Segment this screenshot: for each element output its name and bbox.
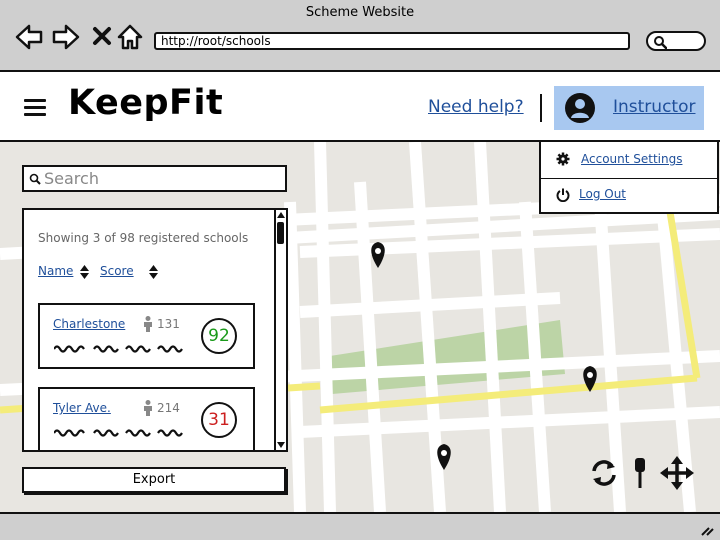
address-bar[interactable]: http://root/schools: [154, 32, 630, 50]
menu-icon[interactable]: [24, 99, 46, 117]
status-bar: [0, 512, 720, 540]
search-input[interactable]: [44, 169, 279, 187]
score-badge: 31: [201, 402, 237, 438]
avatar-icon: [565, 93, 595, 123]
back-icon[interactable]: [14, 22, 44, 52]
power-icon: [556, 188, 570, 202]
search-icon: [29, 173, 41, 185]
search-field[interactable]: [22, 165, 287, 192]
close-icon[interactable]: [88, 22, 118, 52]
user-menu-button[interactable]: Instructor: [554, 86, 704, 130]
browser-search-field[interactable]: [646, 31, 706, 51]
sort-by-name[interactable]: Name: [38, 264, 73, 278]
school-name-link[interactable]: Tyler Ave.: [53, 401, 111, 415]
student-count: 214: [157, 401, 180, 415]
description-scribble: [54, 345, 183, 353]
results-summary: Showing 3 of 98 registered schools: [38, 231, 249, 245]
sort-by-score[interactable]: Score: [100, 264, 134, 278]
student-count: 131: [157, 317, 180, 331]
search-icon: [654, 36, 667, 49]
sort-toggle-icon[interactable]: [80, 265, 89, 279]
school-card[interactable]: Charlestone 131 92: [38, 303, 255, 369]
home-icon[interactable]: [116, 22, 146, 52]
browser-chrome: Scheme Website http://root/schools: [0, 0, 720, 72]
score-badge: 92: [201, 318, 237, 354]
description-scribble: [54, 429, 183, 437]
scroll-thumb[interactable]: [277, 222, 284, 244]
export-button[interactable]: Export: [22, 467, 286, 493]
scroll-down-icon[interactable]: [277, 441, 285, 449]
pin-drop-icon[interactable]: [630, 455, 650, 491]
school-list-panel: Showing 3 of 98 registered schools Name …: [22, 208, 288, 452]
app-logo: KeepFit: [68, 83, 224, 123]
move-icon[interactable]: [660, 456, 694, 490]
person-icon: [144, 316, 152, 332]
refresh-icon[interactable]: [588, 457, 620, 489]
scroll-up-icon[interactable]: [277, 211, 285, 219]
menu-item-label: Account Settings: [581, 152, 683, 166]
window-title: Scheme Website: [305, 5, 415, 20]
person-icon: [144, 400, 152, 416]
menu-item-account-settings[interactable]: Account Settings: [541, 142, 717, 179]
user-dropdown-menu: Account Settings Log Out: [539, 140, 719, 214]
menu-item-log-out[interactable]: Log Out: [541, 178, 717, 214]
help-link[interactable]: Need help?: [428, 97, 524, 117]
school-name-link[interactable]: Charlestone: [53, 317, 125, 331]
menu-item-label: Log Out: [579, 187, 627, 201]
header-divider: [540, 94, 542, 122]
forward-icon[interactable]: [51, 22, 81, 52]
map-pin: [371, 242, 385, 268]
user-name: Instructor: [613, 97, 696, 117]
school-card[interactable]: Tyler Ave. 214 31: [38, 387, 255, 450]
resize-grip-icon[interactable]: [700, 524, 714, 536]
gear-icon: [556, 152, 570, 166]
list-scrollbar[interactable]: [274, 210, 286, 450]
sort-toggle-icon[interactable]: [149, 265, 158, 279]
